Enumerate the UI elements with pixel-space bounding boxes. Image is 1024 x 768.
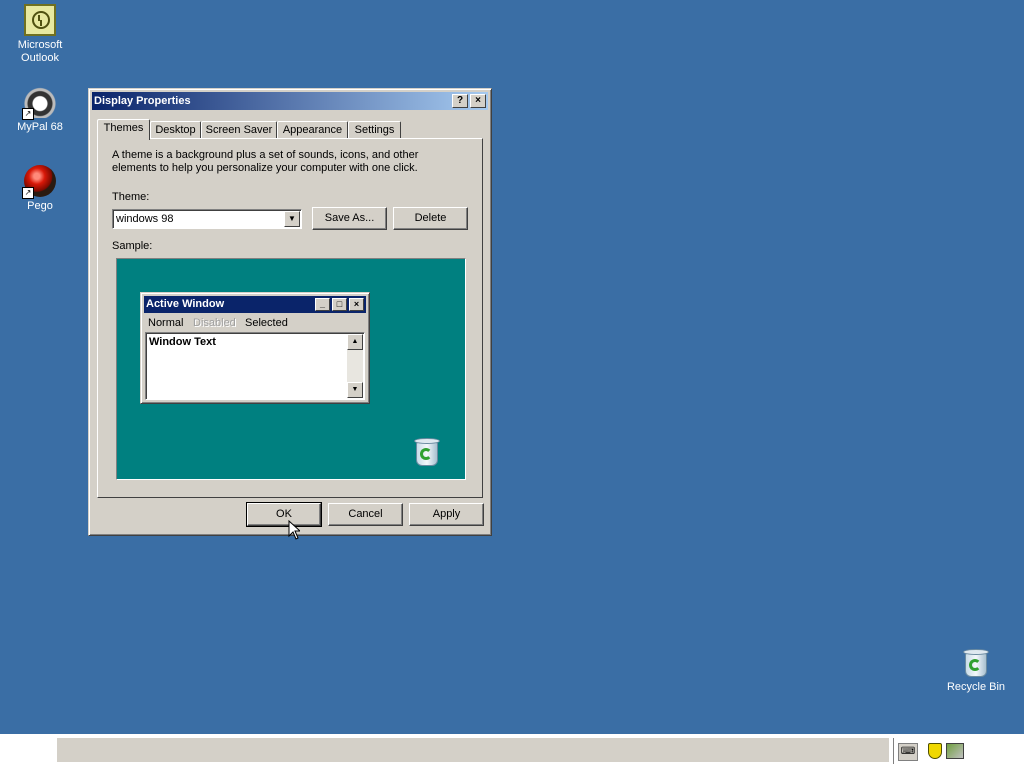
- desktop-icon-outlook[interactable]: Microsoft Outlook: [2, 4, 78, 65]
- maximize-icon: □: [332, 298, 347, 311]
- delete-button[interactable]: Delete: [393, 207, 468, 230]
- tab-themes[interactable]: Themes: [97, 119, 150, 140]
- sample-window-title: Active Window: [146, 298, 225, 310]
- pego-icon: ↗: [22, 165, 56, 199]
- shortcut-arrow-icon: ↗: [22, 108, 34, 120]
- tab-appearance[interactable]: Appearance: [277, 121, 348, 139]
- shortcut-arrow-icon: ↗: [22, 187, 34, 199]
- sample-window-title-bar: Active Window _ □ ×: [144, 296, 366, 313]
- tab-desktop[interactable]: Desktop: [150, 121, 201, 139]
- desktop-icon-label: Microsoft Outlook: [17, 39, 63, 64]
- dialog-title: Display Properties: [94, 95, 191, 107]
- tab-screen-saver[interactable]: Screen Saver: [201, 121, 277, 139]
- chevron-down-icon[interactable]: ▼: [284, 211, 300, 227]
- desktop-icon-label: Recycle Bin: [946, 681, 1006, 693]
- minimize-icon: _: [315, 298, 330, 311]
- outlook-icon: [24, 4, 56, 36]
- desktop-icon-mypal[interactable]: ↗ MyPal 68: [2, 86, 78, 134]
- network-icon[interactable]: [946, 743, 964, 759]
- display-properties-dialog: Display Properties ? × Themes Desktop Sc…: [88, 88, 492, 536]
- sample-preview: Active Window _ □ × Normal Disabled Sele…: [116, 258, 466, 480]
- title-bar[interactable]: Display Properties ? ×: [92, 92, 488, 110]
- keyboard-icon[interactable]: ⌨: [898, 743, 918, 761]
- taskbar: ⌨: [0, 734, 1024, 768]
- tab-settings[interactable]: Settings: [348, 121, 401, 139]
- apply-button[interactable]: Apply: [409, 503, 484, 526]
- save-as-button[interactable]: Save As...: [312, 207, 387, 230]
- cancel-button[interactable]: Cancel: [328, 503, 403, 526]
- sample-window-text: Window Text: [149, 336, 216, 348]
- sample-menu-normal: Normal: [148, 317, 184, 329]
- desktop-icon-label: Pego: [27, 200, 53, 212]
- sample-label: Sample:: [112, 240, 153, 252]
- security-shield-icon[interactable]: [928, 743, 942, 759]
- themes-panel: A theme is a background plus a set of so…: [97, 138, 483, 498]
- sample-active-window: Active Window _ □ × Normal Disabled Sele…: [140, 292, 370, 404]
- mouse-cursor-icon: [288, 520, 300, 540]
- sample-menu-bar: Normal Disabled Selected: [144, 315, 366, 331]
- sample-menu-selected: Selected: [245, 317, 288, 329]
- desktop-icon-pego[interactable]: ↗ Pego: [2, 165, 78, 213]
- sample-scrollbar: ▲ ▼: [347, 334, 363, 398]
- theme-dropdown[interactable]: windows 98 ▼: [112, 209, 302, 229]
- taskbar-buttons-area[interactable]: [57, 738, 889, 762]
- desktop-icon-label: MyPal 68: [17, 121, 63, 133]
- sample-text-area: Window Text ▲ ▼: [145, 332, 365, 400]
- theme-description: A theme is a background plus a set of so…: [112, 149, 419, 174]
- ok-button[interactable]: OK: [246, 502, 322, 527]
- system-tray: ⌨: [893, 738, 1021, 764]
- sample-recycle-bin-icon: [413, 437, 441, 467]
- recycle-bin-icon: [962, 648, 990, 678]
- theme-label: Theme:: [112, 191, 150, 203]
- scroll-up-icon: ▲: [347, 334, 363, 350]
- scroll-down-icon: ▼: [347, 382, 363, 398]
- theme-dropdown-value: windows 98: [116, 213, 174, 225]
- close-button[interactable]: ×: [470, 94, 486, 108]
- help-button[interactable]: ?: [452, 94, 468, 108]
- close-icon: ×: [349, 298, 364, 311]
- desktop-icon-recycle-bin[interactable]: Recycle Bin: [938, 648, 1014, 694]
- mypal-icon: ↗: [22, 86, 56, 120]
- sample-menu-disabled: Disabled: [193, 317, 236, 329]
